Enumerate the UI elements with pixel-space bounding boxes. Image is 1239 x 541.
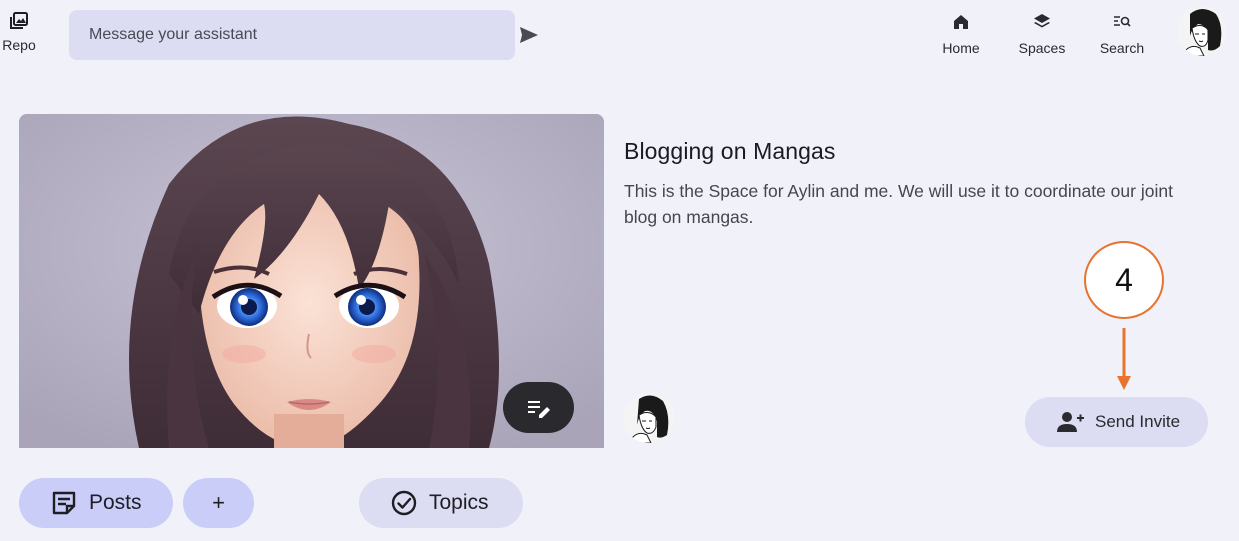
edit-notes-icon [527, 400, 550, 418]
nav-search-label: Search [1099, 40, 1145, 56]
note-icon [52, 491, 76, 515]
avatar-sketch [623, 393, 675, 443]
member-avatar[interactable] [623, 393, 675, 443]
step-arrow-icon [1117, 328, 1131, 390]
nav-home-label: Home [942, 40, 980, 56]
user-avatar[interactable] [1178, 6, 1226, 56]
gallery-icon [10, 12, 28, 29]
repo-label: Repo [2, 37, 36, 53]
add-person-icon [1057, 412, 1084, 432]
assistant-message-input[interactable] [69, 10, 515, 60]
tab-topics-label: Topics [429, 491, 489, 514]
search-list-icon [1114, 16, 1131, 27]
tab-posts-label: Posts [89, 491, 142, 514]
avatar-sketch [1178, 6, 1226, 56]
nav-spaces[interactable]: Spaces [1013, 10, 1071, 58]
repo-button[interactable]: Repo [0, 8, 38, 58]
plus-icon: + [212, 490, 225, 515]
send-icon[interactable] [519, 26, 539, 44]
tab-topics[interactable]: Topics [359, 478, 523, 528]
send-invite-label: Send Invite [1095, 412, 1181, 431]
home-icon [954, 15, 968, 29]
check-circle-icon [391, 490, 417, 516]
step-marker: 4 [1084, 241, 1164, 319]
tab-posts[interactable]: Posts [19, 478, 173, 528]
space-description: This is the Space for Aylin and me. We w… [624, 181, 1173, 227]
layers-icon [1034, 14, 1050, 28]
space-title: Blogging on Mangas [624, 138, 836, 164]
nav-search[interactable]: Search [1095, 10, 1149, 58]
nav-home[interactable]: Home [938, 10, 984, 58]
add-post-button[interactable]: + [183, 478, 254, 528]
edit-cover-button[interactable] [503, 382, 574, 433]
send-invite-button[interactable]: Send Invite [1025, 397, 1208, 447]
nav-spaces-label: Spaces [1018, 40, 1066, 56]
